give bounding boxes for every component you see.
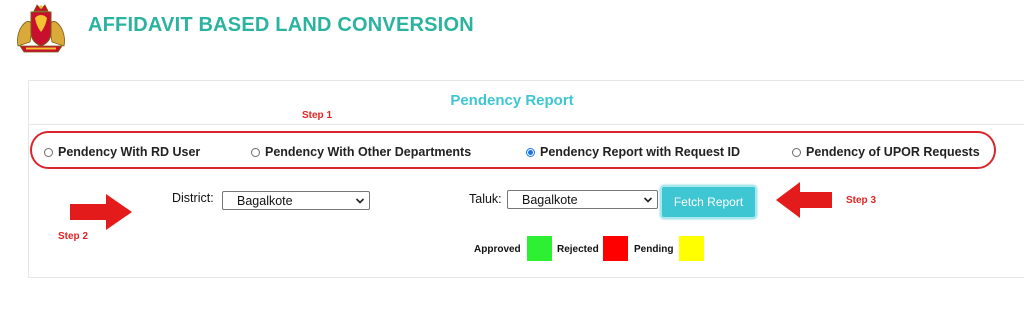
fetch-report-button[interactable]: Fetch Report <box>660 185 757 219</box>
taluk-label: Taluk: <box>469 192 502 206</box>
taluk-select-value: Bagalkote <box>522 192 578 207</box>
report-panel <box>28 80 1024 278</box>
legend-rejected-label: Rejected <box>557 244 599 255</box>
district-select[interactable]: Bagalkote <box>222 191 370 210</box>
radio-pendency-request-id[interactable]: Pendency Report with Request ID <box>526 145 740 159</box>
step-2-arrow-icon <box>70 194 132 230</box>
chevron-down-icon <box>355 198 365 204</box>
legend-approved-swatch <box>527 236 552 261</box>
radio-button-icon[interactable] <box>251 147 260 157</box>
radio-pendency-rd-user[interactable]: Pendency With RD User <box>44 145 200 159</box>
radio-label: Pendency of UPOR Requests <box>806 145 980 159</box>
radio-button-icon[interactable] <box>792 147 801 157</box>
radio-pendency-other-departments[interactable]: Pendency With Other Departments <box>251 145 471 159</box>
district-label: District: <box>172 191 214 205</box>
district-select-value: Bagalkote <box>237 193 293 208</box>
legend-pending-swatch <box>679 236 704 261</box>
legend-rejected-swatch <box>603 236 628 261</box>
state-emblem-icon <box>17 4 65 53</box>
app-title: AFFIDAVIT BASED LAND CONVERSION <box>88 14 474 36</box>
report-title: Pendency Report <box>450 92 574 109</box>
radio-label: Pendency Report with Request ID <box>540 145 741 159</box>
radio-button-icon[interactable] <box>526 147 535 157</box>
radio-label: Pendency With RD User <box>58 145 201 159</box>
legend-approved-label: Approved <box>474 244 521 255</box>
radio-label: Pendency With Other Departments <box>265 145 472 159</box>
radio-pendency-upor-requests[interactable]: Pendency of UPOR Requests <box>792 145 980 159</box>
step-3-annotation: Step 3 <box>846 195 877 206</box>
app-header: AFFIDAVIT BASED LAND CONVERSION <box>0 0 1024 60</box>
legend-pending-label: Pending <box>634 244 674 255</box>
taluk-select[interactable]: Bagalkote <box>507 190 658 209</box>
step-1-annotation: Step 1 <box>302 110 333 121</box>
radio-button-icon[interactable] <box>44 147 53 157</box>
step-3-arrow-icon <box>776 182 832 218</box>
chevron-down-icon <box>643 197 653 203</box>
step-2-annotation: Step 2 <box>58 231 89 242</box>
title-divider <box>28 124 1024 125</box>
